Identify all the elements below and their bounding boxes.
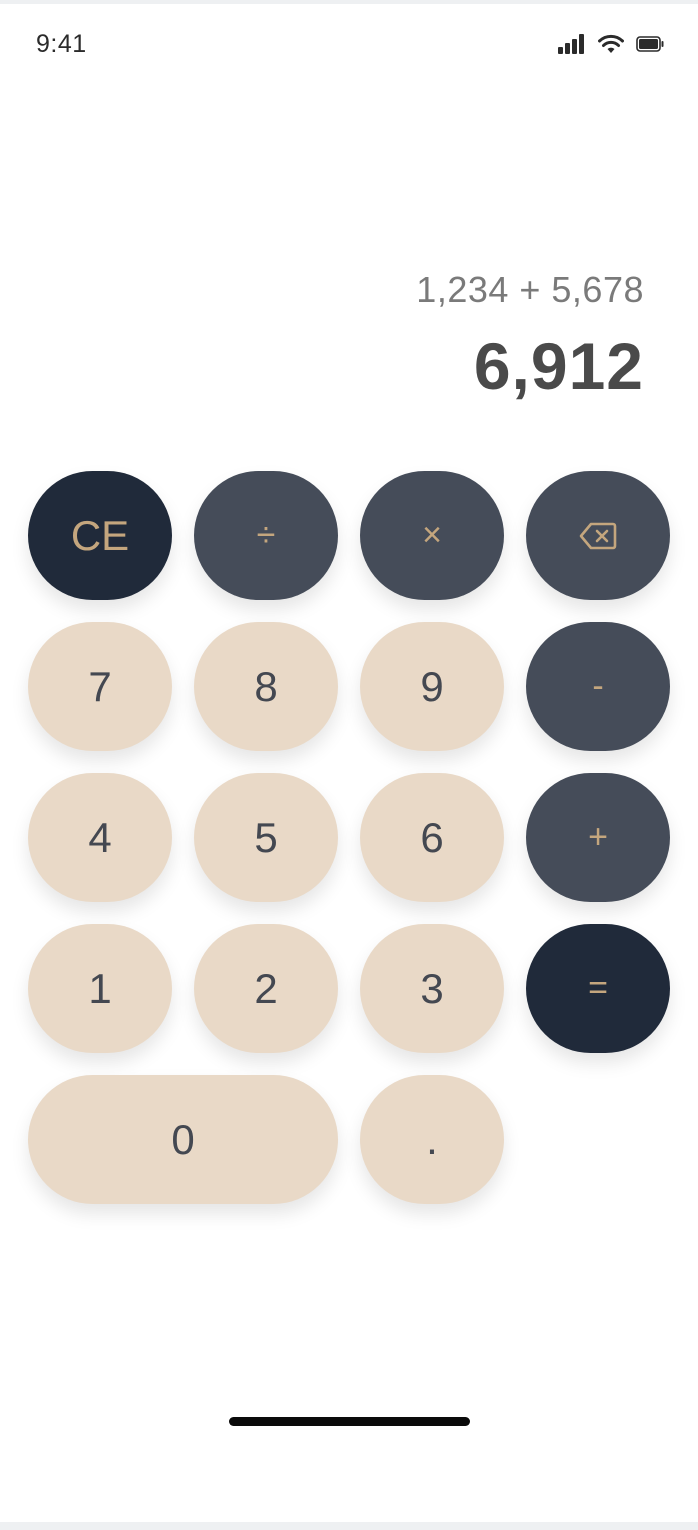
wifi-icon — [598, 34, 624, 54]
digit-9-button[interactable]: 9 — [360, 622, 504, 751]
subtract-button[interactable]: - — [526, 622, 670, 751]
decimal-button[interactable]: . — [360, 1075, 504, 1204]
add-button[interactable]: + — [526, 773, 670, 902]
digit-7-button[interactable]: 7 — [28, 622, 172, 751]
result-text: 6,912 — [473, 329, 644, 403]
clear-entry-button[interactable]: CE — [28, 471, 172, 600]
digit-3-button[interactable]: 3 — [360, 924, 504, 1053]
battery-icon — [636, 36, 664, 52]
signal-icon — [558, 34, 586, 54]
calculator-display: 1,234 + 5,678 6,912 — [416, 266, 644, 402]
equals-label: = — [588, 969, 608, 1007]
calculator-screen: 9:41 1,234 + 5,678 6,912 CE ÷ × 7 8 9 - … — [0, 4, 698, 1522]
divide-label: ÷ — [256, 516, 276, 554]
digit-5-button[interactable]: 5 — [194, 773, 338, 902]
divide-button[interactable]: ÷ — [194, 471, 338, 600]
keypad: CE ÷ × 7 8 9 - 4 5 6 + 1 2 3 = 0 . — [0, 4, 698, 1522]
equals-button[interactable]: = — [526, 924, 670, 1053]
backspace-button[interactable] — [526, 471, 670, 600]
subtract-label: - — [592, 667, 604, 705]
multiply-label: × — [422, 516, 442, 554]
status-icons — [558, 34, 664, 54]
status-time: 9:41 — [36, 30, 87, 58]
digit-1-button[interactable]: 1 — [28, 924, 172, 1053]
backspace-icon — [579, 512, 617, 560]
digit-8-button[interactable]: 8 — [194, 622, 338, 751]
expression-text: 1,234 + 5,678 — [416, 269, 644, 310]
home-indicator[interactable] — [229, 1417, 470, 1426]
add-label: + — [588, 818, 608, 856]
status-bar: 9:41 — [0, 4, 698, 84]
digit-2-button[interactable]: 2 — [194, 924, 338, 1053]
digit-0-button[interactable]: 0 — [28, 1075, 338, 1204]
multiply-button[interactable]: × — [360, 471, 504, 600]
digit-4-button[interactable]: 4 — [28, 773, 172, 902]
digit-6-button[interactable]: 6 — [360, 773, 504, 902]
